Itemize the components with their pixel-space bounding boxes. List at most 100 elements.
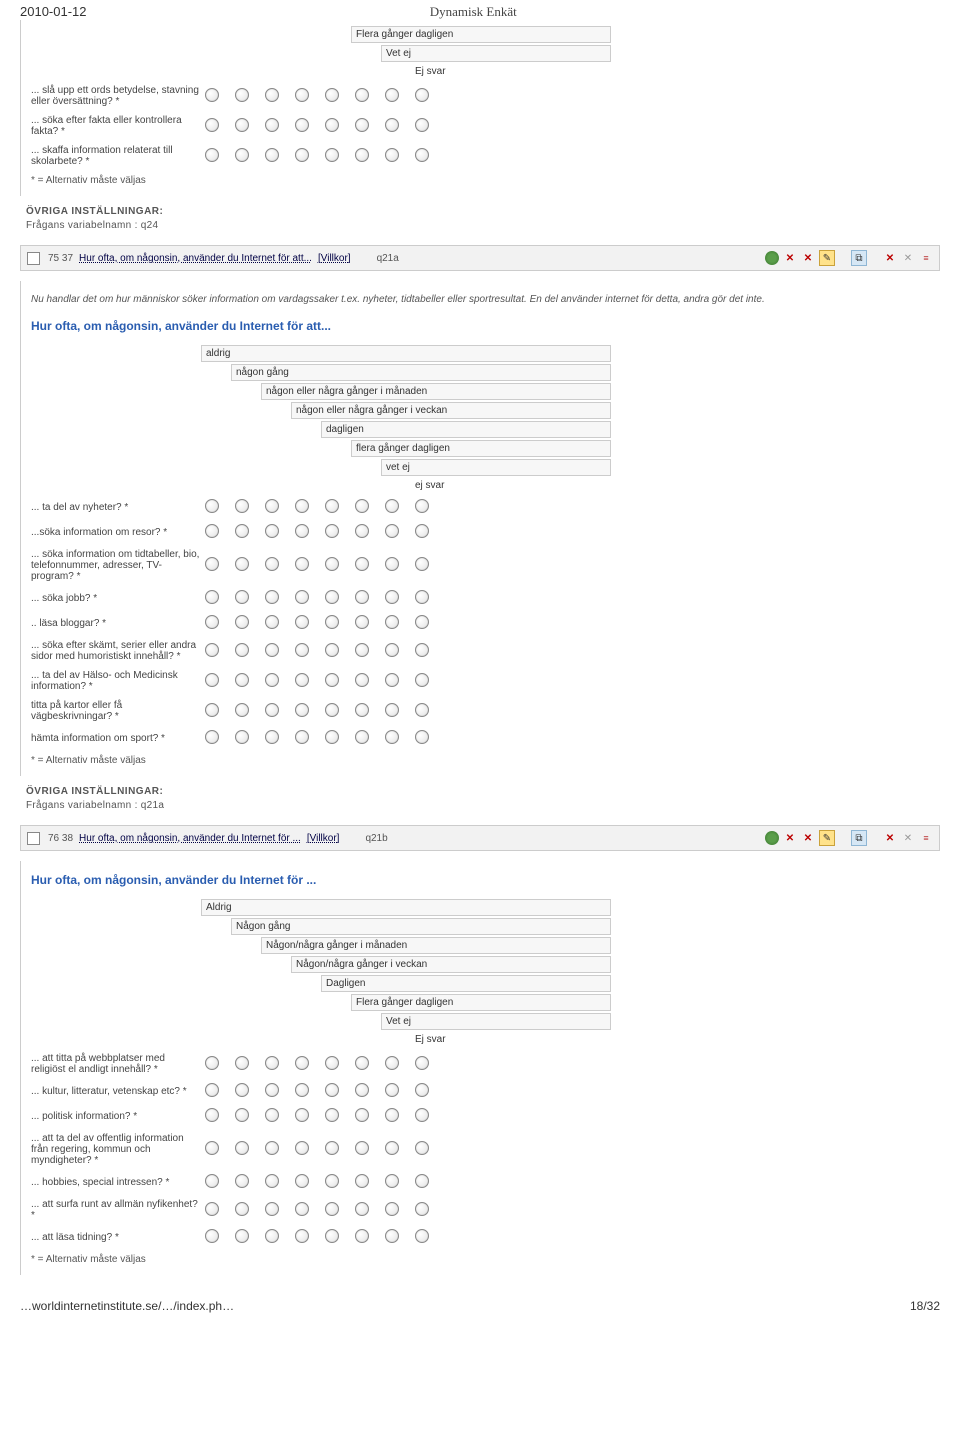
- radio[interactable]: [295, 1083, 309, 1097]
- radio[interactable]: [325, 1229, 339, 1243]
- copy-icon[interactable]: ⧉: [851, 250, 867, 266]
- radio[interactable]: [265, 1083, 279, 1097]
- radio[interactable]: [235, 730, 249, 744]
- radio[interactable]: [385, 1174, 399, 1188]
- radio[interactable]: [355, 643, 369, 657]
- radio[interactable]: [205, 1229, 219, 1243]
- reorder-icon[interactable]: ≡: [919, 831, 933, 845]
- radio[interactable]: [415, 499, 429, 513]
- radio[interactable]: [355, 730, 369, 744]
- radio[interactable]: [295, 557, 309, 571]
- radio[interactable]: [415, 1083, 429, 1097]
- radio[interactable]: [385, 1056, 399, 1070]
- radio[interactable]: [385, 557, 399, 571]
- radio[interactable]: [295, 1108, 309, 1122]
- globe-icon[interactable]: [765, 831, 779, 845]
- radio[interactable]: [325, 499, 339, 513]
- radio[interactable]: [385, 148, 399, 162]
- radio[interactable]: [325, 524, 339, 538]
- radio[interactable]: [205, 1202, 219, 1216]
- radio[interactable]: [415, 1108, 429, 1122]
- radio[interactable]: [295, 703, 309, 717]
- radio[interactable]: [415, 524, 429, 538]
- radio[interactable]: [295, 1056, 309, 1070]
- radio[interactable]: [235, 1141, 249, 1155]
- radio[interactable]: [385, 1108, 399, 1122]
- delete-red-icon[interactable]: ✕: [783, 831, 797, 845]
- radio[interactable]: [325, 673, 339, 687]
- radio[interactable]: [325, 1141, 339, 1155]
- radio[interactable]: [415, 1174, 429, 1188]
- radio[interactable]: [385, 615, 399, 629]
- radio[interactable]: [235, 118, 249, 132]
- radio[interactable]: [355, 88, 369, 102]
- edit-icon[interactable]: ✎: [819, 250, 835, 266]
- radio[interactable]: [295, 118, 309, 132]
- radio[interactable]: [205, 1141, 219, 1155]
- radio[interactable]: [325, 148, 339, 162]
- checkbox[interactable]: [27, 832, 40, 845]
- radio[interactable]: [205, 730, 219, 744]
- delete-red-icon[interactable]: ✕: [783, 251, 797, 265]
- radio[interactable]: [355, 615, 369, 629]
- radio[interactable]: [355, 1108, 369, 1122]
- radio[interactable]: [295, 1229, 309, 1243]
- radio[interactable]: [355, 557, 369, 571]
- radio[interactable]: [325, 590, 339, 604]
- remove-icon[interactable]: ✕: [883, 251, 897, 265]
- radio[interactable]: [355, 148, 369, 162]
- radio[interactable]: [265, 730, 279, 744]
- radio[interactable]: [325, 118, 339, 132]
- radio[interactable]: [385, 730, 399, 744]
- radio[interactable]: [205, 703, 219, 717]
- radio[interactable]: [235, 1108, 249, 1122]
- remove-icon[interactable]: ✕: [883, 831, 897, 845]
- question-link[interactable]: Hur ofta, om någonsin, använder du Inter…: [79, 253, 312, 264]
- radio[interactable]: [415, 1141, 429, 1155]
- radio[interactable]: [235, 1083, 249, 1097]
- question-link[interactable]: Hur ofta, om någonsin, använder du Inter…: [79, 833, 301, 844]
- edit-icon[interactable]: ✎: [819, 830, 835, 846]
- radio[interactable]: [205, 590, 219, 604]
- radio[interactable]: [295, 1202, 309, 1216]
- radio[interactable]: [295, 590, 309, 604]
- radio[interactable]: [385, 643, 399, 657]
- radio[interactable]: [295, 1174, 309, 1188]
- copy-icon[interactable]: ⧉: [851, 830, 867, 846]
- radio[interactable]: [235, 1202, 249, 1216]
- radio[interactable]: [265, 615, 279, 629]
- radio[interactable]: [385, 118, 399, 132]
- radio[interactable]: [355, 673, 369, 687]
- radio[interactable]: [205, 1083, 219, 1097]
- radio[interactable]: [325, 557, 339, 571]
- radio[interactable]: [415, 1202, 429, 1216]
- radio[interactable]: [265, 499, 279, 513]
- radio[interactable]: [295, 88, 309, 102]
- radio[interactable]: [205, 1174, 219, 1188]
- radio[interactable]: [355, 1174, 369, 1188]
- radio[interactable]: [415, 557, 429, 571]
- radio[interactable]: [295, 1141, 309, 1155]
- radio[interactable]: [355, 499, 369, 513]
- radio[interactable]: [265, 1174, 279, 1188]
- radio[interactable]: [385, 499, 399, 513]
- radio[interactable]: [265, 703, 279, 717]
- radio[interactable]: [355, 118, 369, 132]
- radio[interactable]: [295, 148, 309, 162]
- radio[interactable]: [385, 673, 399, 687]
- radio[interactable]: [355, 590, 369, 604]
- radio[interactable]: [205, 524, 219, 538]
- radio[interactable]: [385, 703, 399, 717]
- radio[interactable]: [325, 1056, 339, 1070]
- radio[interactable]: [415, 730, 429, 744]
- radio[interactable]: [265, 148, 279, 162]
- radio[interactable]: [265, 524, 279, 538]
- radio[interactable]: [295, 643, 309, 657]
- radio[interactable]: [235, 1229, 249, 1243]
- delete-red-icon[interactable]: ✕: [801, 251, 815, 265]
- radio[interactable]: [415, 118, 429, 132]
- radio[interactable]: [205, 643, 219, 657]
- radio[interactable]: [325, 643, 339, 657]
- radio[interactable]: [325, 1174, 339, 1188]
- radio[interactable]: [235, 557, 249, 571]
